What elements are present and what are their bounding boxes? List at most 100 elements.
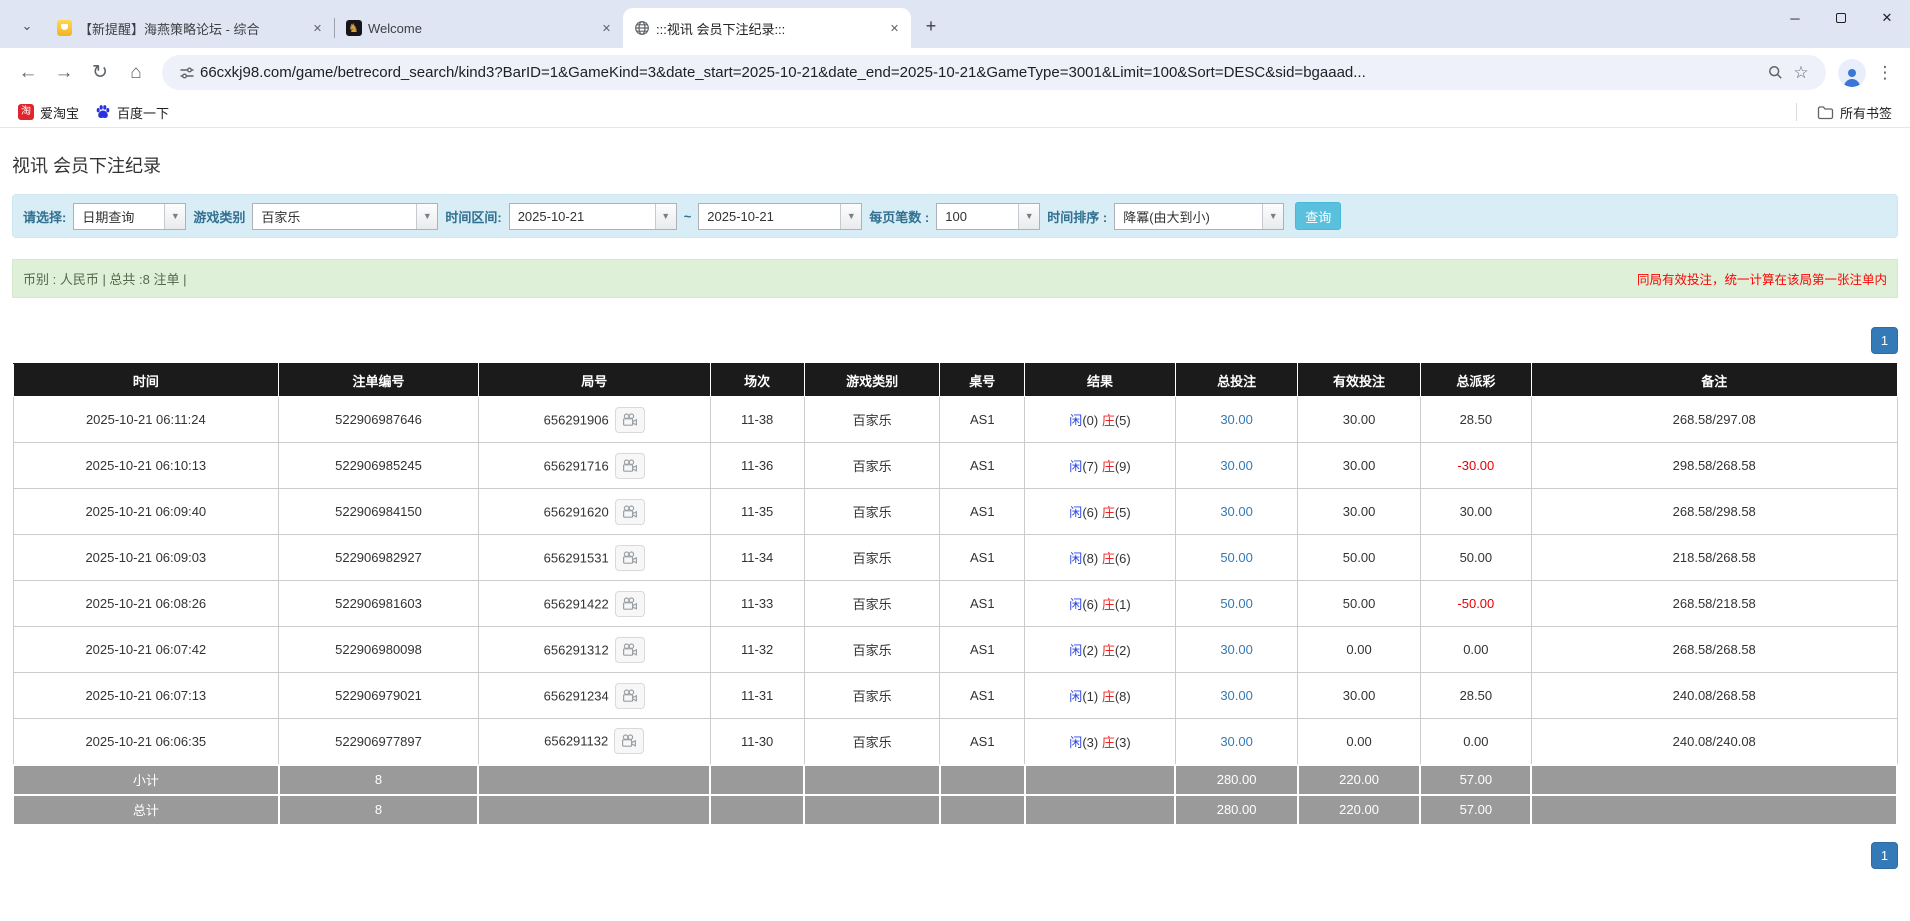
tune-icon[interactable] (174, 60, 200, 86)
cell-valid-bet: 30.00 (1297, 396, 1421, 443)
round-id: 656291531 (543, 550, 609, 565)
video-replay-button[interactable] (614, 498, 645, 525)
close-icon[interactable]: ✕ (598, 20, 615, 37)
minimize-button[interactable]: ─ (1772, 0, 1818, 36)
result-player-score: (2) (1082, 643, 1099, 658)
cell-session: 11-34 (709, 534, 805, 581)
cell-table: AS1 (939, 672, 1026, 719)
tab-forum[interactable]: 【新提醒】海燕策略论坛 - 综合 ✕ (46, 8, 334, 48)
page-size-select[interactable]: 100 ▼ (936, 202, 1041, 230)
all-bookmarks-button[interactable]: 所有书签 (1809, 100, 1900, 125)
window-controls: ─ ✕ (1772, 0, 1910, 36)
total-bet-amount[interactable]: 30.00 (1220, 458, 1253, 473)
back-button[interactable]: ← (10, 55, 46, 91)
cell-result: 闲(1) 庄(8) (1024, 672, 1176, 719)
total-bet-amount[interactable]: 30.00 (1220, 688, 1253, 703)
sort-select[interactable]: 降冪(由大到小) ▼ (1114, 202, 1285, 230)
table-number: AS1 (969, 733, 995, 749)
cell-game-kind: 百家乐 (803, 626, 941, 673)
video-replay-button[interactable] (614, 728, 645, 755)
total-total-bet: 280.00 (1174, 793, 1299, 826)
cell-session: 11-38 (709, 396, 805, 443)
cell-result: 闲(2) 庄(2) (1024, 626, 1176, 673)
maximize-icon (1836, 13, 1846, 23)
forward-button[interactable]: → (46, 55, 82, 91)
round-id: 656291620 (543, 504, 609, 519)
bookmark-star-icon[interactable]: ☆ (1788, 60, 1814, 86)
cell-time: 2025-10-21 06:08:26 (12, 580, 280, 627)
col-valid-bet: 有效投注 (1297, 363, 1421, 397)
total-bet-amount[interactable]: 30.00 (1220, 642, 1253, 657)
round-id: 656291906 (543, 412, 609, 427)
page-number-button[interactable]: 1 (1871, 841, 1898, 869)
result-player-score: (7) (1082, 459, 1099, 474)
bet-id: 522906979021 (335, 688, 422, 703)
maximize-button[interactable] (1818, 0, 1864, 36)
video-replay-button[interactable] (614, 452, 645, 479)
chevron-down-icon: ▼ (1018, 203, 1040, 229)
tab-search-button[interactable]: ⌄ (12, 11, 42, 41)
bet-id: 522906984150 (335, 504, 422, 519)
profile-avatar[interactable] (1838, 58, 1866, 87)
page-content: 视讯 会员下注纪录 请选择: 日期查询 ▼ 游戏类别 百家乐 ▼ 时间区间: 2… (0, 152, 1910, 869)
welcome-favicon-icon: ♞ (345, 20, 362, 37)
total-bet-amount[interactable]: 30.00 (1220, 504, 1253, 519)
valid-bet-amount: 30.00 (1342, 504, 1376, 519)
total-bet-amount[interactable]: 50.00 (1220, 596, 1253, 611)
total-bet-amount[interactable]: 30.00 (1220, 412, 1253, 427)
cell-game-kind: 百家乐 (803, 396, 941, 443)
total-bet-amount[interactable]: 50.00 (1220, 550, 1253, 565)
result-player-score: (8) (1082, 551, 1099, 566)
total-bet-amount[interactable]: 30.00 (1220, 734, 1253, 749)
search-button[interactable]: 查询 (1295, 202, 1342, 230)
result-banker-label: 庄 (1101, 413, 1115, 428)
table-number: AS1 (969, 688, 995, 703)
table-row: 2025-10-21 06:11:24 522906987646 656291906… (12, 396, 1898, 443)
film-icon (622, 504, 638, 519)
reload-button[interactable]: ↻ (82, 55, 118, 91)
video-replay-button[interactable] (614, 406, 645, 433)
game-kind: 百家乐 (852, 734, 892, 750)
video-replay-button[interactable] (614, 590, 645, 617)
bookmark-baidu[interactable]: 百度一下 (87, 100, 177, 125)
page-number-button[interactable]: 1 (1871, 327, 1898, 354)
cell-table: AS1 (939, 534, 1026, 581)
close-window-button[interactable]: ✕ (1864, 0, 1910, 36)
pagination-bottom: 1 (12, 841, 1898, 869)
zoom-icon[interactable] (1762, 60, 1788, 86)
game-kind-select[interactable]: 百家乐 ▼ (252, 202, 439, 230)
session: 11-33 (741, 596, 774, 611)
cell-note: 268.58/298.58 (1530, 488, 1898, 535)
summary-bar: 币别 : 人民币 | 总共 :8 注单 | 同局有效投注，统一计算在该局第一张注… (12, 259, 1898, 298)
film-icon (622, 550, 638, 565)
cell-table: AS1 (939, 718, 1026, 765)
cell-empty (477, 793, 712, 826)
new-tab-button[interactable]: + (917, 12, 945, 40)
date-start-select[interactable]: 2025-10-21 ▼ (508, 202, 677, 230)
video-replay-button[interactable] (614, 544, 645, 571)
pagination-top: 1 (12, 327, 1898, 354)
home-button[interactable]: ⌂ (118, 55, 154, 91)
round-id: 656291716 (543, 458, 609, 473)
close-icon[interactable]: ✕ (886, 20, 903, 37)
date-end-select[interactable]: 2025-10-21 ▼ (698, 202, 863, 230)
video-replay-button[interactable] (614, 682, 645, 709)
browser-menu-icon[interactable]: ⋮ (1870, 63, 1900, 83)
video-replay-button[interactable] (614, 636, 645, 663)
chevron-down-icon: ▼ (164, 203, 186, 229)
close-icon[interactable]: ✕ (309, 20, 326, 37)
cell-valid-bet: 30.00 (1297, 488, 1421, 535)
cell-total-bet: 30.00 (1174, 442, 1299, 489)
tab-bet-records[interactable]: :::视讯 会员下注纪录::: ✕ (623, 8, 911, 48)
col-table: 桌号 (939, 363, 1026, 397)
cell-session: 11-36 (709, 442, 805, 489)
tab-welcome[interactable]: ♞ Welcome ✕ (335, 8, 623, 48)
query-mode-select[interactable]: 日期查询 ▼ (73, 202, 187, 230)
result-banker-score: (3) (1114, 734, 1131, 750)
result-banker-score: (5) (1114, 505, 1131, 520)
cell-round: 656291132 (477, 718, 711, 765)
address-bar[interactable]: 66cxkj98.com/game/betrecord_search/kind3… (162, 55, 1826, 90)
result-banker-score: (1) (1114, 597, 1131, 612)
bookmark-taobao[interactable]: 淘 爱淘宝 (10, 100, 87, 125)
url-text[interactable]: 66cxkj98.com/game/betrecord_search/kind3… (200, 64, 1762, 81)
